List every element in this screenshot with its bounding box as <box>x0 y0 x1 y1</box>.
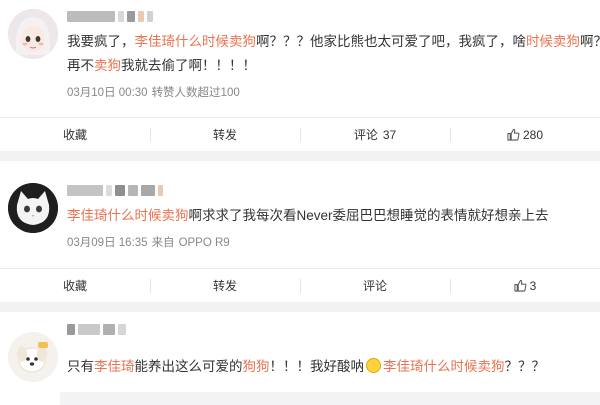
highlight-keyword[interactable]: 狗狗 <box>243 359 270 374</box>
collect-button[interactable]: 收藏 <box>0 269 150 302</box>
user-avatar[interactable] <box>8 183 58 233</box>
white-cat-avatar-icon <box>8 183 58 233</box>
blurred-username[interactable] <box>67 324 126 335</box>
highlight-keyword[interactable]: 李佳琦 <box>94 359 135 374</box>
post-source[interactable]: OPPO R9 <box>179 237 230 249</box>
user-avatar[interactable] <box>8 332 58 382</box>
blurred-username[interactable] <box>67 185 163 196</box>
collect-button[interactable]: 收藏 <box>0 118 150 151</box>
highlight-keyword[interactable]: 卖狗 <box>94 58 121 73</box>
comment-button[interactable]: 评论 37 <box>300 118 450 151</box>
quoted-content-bar <box>60 392 600 405</box>
lemon-emoji-icon <box>366 358 381 373</box>
action-bar: 收藏 转发 评论 3 <box>0 268 600 302</box>
post-date[interactable]: 03月09日 16:35 <box>67 237 148 249</box>
blurred-username[interactable] <box>67 11 153 22</box>
forward-button[interactable]: 转发 <box>150 118 300 151</box>
post-text-line-2: 再不卖狗我就去偷了啊！！！！ <box>67 58 256 73</box>
thumbs-up-icon <box>507 128 520 141</box>
post-source: 转赞人数超过100 <box>151 87 240 99</box>
comment-button[interactable]: 评论 <box>300 269 450 302</box>
post-source-prefix: 来自 <box>151 237 175 249</box>
like-button[interactable]: 3 <box>450 269 600 302</box>
girl-avatar-icon <box>8 9 58 59</box>
user-avatar[interactable] <box>8 9 58 59</box>
highlight-keyword[interactable]: 李佳琦什么时候卖狗 <box>135 34 257 49</box>
post-text-line-1: 李佳琦什么时候卖狗啊求求了我每次看Never委屈巴巴想睡觉的表情就好想亲上去 <box>67 208 549 223</box>
post-date[interactable]: 03月10日 00:30 <box>67 87 148 99</box>
highlight-keyword[interactable]: 李佳琦什么时候卖狗 <box>383 359 505 374</box>
post-meta: 03月09日 16:35 来自 OPPO R9 <box>67 234 234 250</box>
dog-avatar-icon <box>8 332 58 382</box>
post-meta: 03月10日 00:30 转赞人数超过100 <box>67 84 244 100</box>
thumbs-up-icon <box>514 279 527 292</box>
like-button[interactable]: 280 <box>450 118 600 151</box>
post-text-line-1: 只有李佳琦能养出这么可爱的狗狗！！！我好酸呐 李佳琦什么时候卖狗？？？ <box>67 358 545 374</box>
highlight-keyword[interactable]: 李佳琦什么时候卖狗 <box>67 208 189 223</box>
highlight-keyword[interactable]: 时候卖狗 <box>526 34 580 49</box>
forward-button[interactable]: 转发 <box>150 269 300 302</box>
post-separator <box>0 302 600 312</box>
action-bar: 收藏 转发 评论 37 280 <box>0 117 600 151</box>
post-text-line-1: 我要疯了，李佳琦什么时候卖狗啊？？？他家比熊也太可爱了吧，我疯了，啥时候卖狗啊？ <box>67 34 600 49</box>
post-separator <box>0 151 600 161</box>
